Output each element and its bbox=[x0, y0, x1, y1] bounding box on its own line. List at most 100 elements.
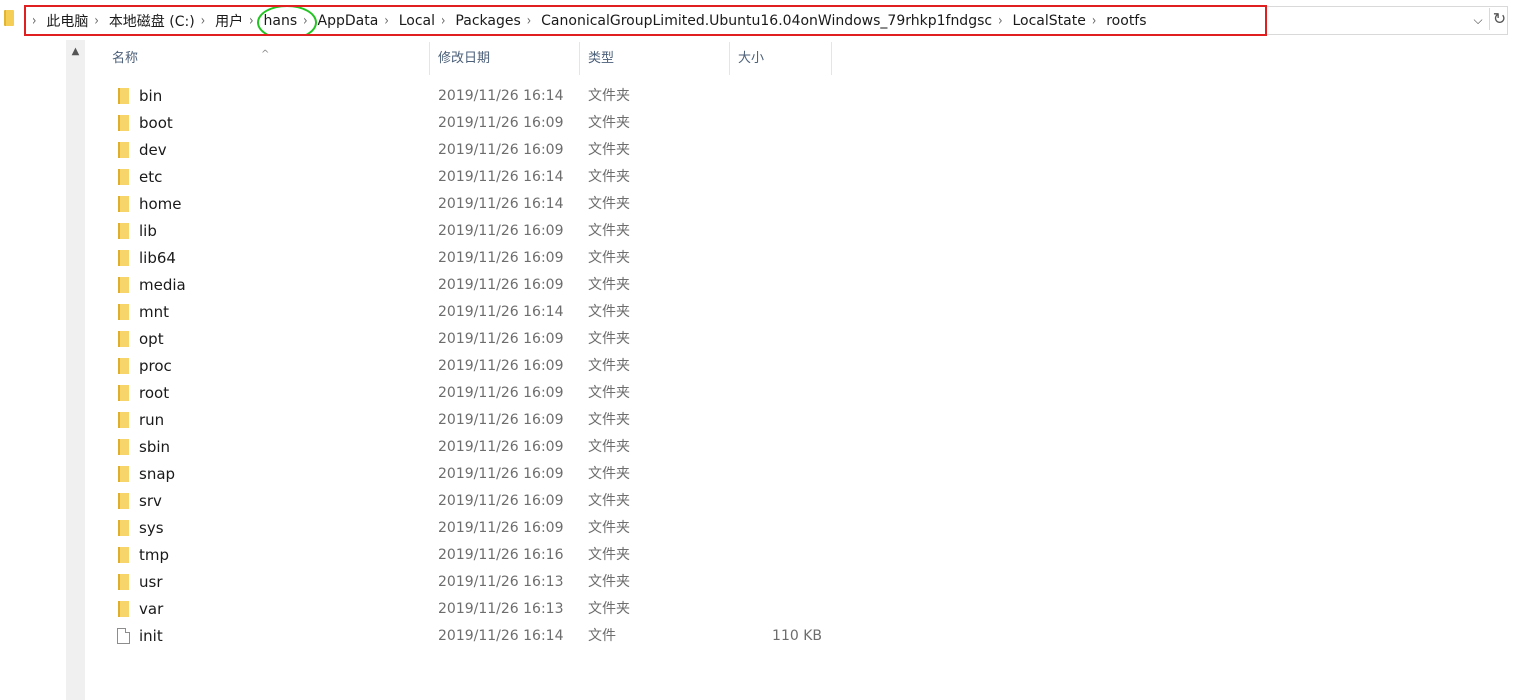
file-row[interactable]: snap 2019/11/26 16:09 文件夹 bbox=[104, 461, 834, 488]
file-row[interactable]: bin 2019/11/26 16:14 文件夹 bbox=[104, 83, 834, 110]
folder-icon bbox=[116, 331, 130, 347]
file-date-modified: 2019/11/26 16:09 bbox=[438, 115, 564, 131]
folder-icon bbox=[116, 466, 130, 482]
breadcrumb-item[interactable]: Local bbox=[399, 13, 435, 29]
file-row[interactable]: boot 2019/11/26 16:09 文件夹 bbox=[104, 110, 834, 137]
column-header-name[interactable]: 名称 ^ bbox=[104, 42, 430, 75]
column-header-name-label: 名称 bbox=[112, 51, 139, 66]
chevron-down-icon[interactable]: ⌵ bbox=[1468, 9, 1488, 31]
breadcrumb-item[interactable]: 此电脑 bbox=[46, 11, 88, 31]
folder-icon bbox=[116, 250, 130, 266]
file-date-modified: 2019/11/26 16:09 bbox=[438, 277, 564, 293]
file-name: lib bbox=[139, 222, 157, 240]
column-header-size-label: 大小 bbox=[738, 51, 765, 66]
breadcrumb-item[interactable]: 用户 bbox=[215, 11, 243, 31]
breadcrumb-item[interactable]: Packages bbox=[455, 13, 520, 29]
breadcrumb-item[interactable]: 本地磁盘 (C:) bbox=[109, 11, 195, 31]
refresh-icon[interactable]: ↻ bbox=[1489, 8, 1509, 30]
breadcrumb-item[interactable]: LocalState bbox=[1012, 13, 1085, 29]
file-size bbox=[730, 488, 822, 515]
file-row[interactable]: root 2019/11/26 16:09 文件夹 bbox=[104, 380, 834, 407]
file-name: dev bbox=[139, 141, 167, 159]
file-list: bin 2019/11/26 16:14 文件夹 boot 2019/11/26 16:… bbox=[104, 83, 834, 650]
chevron-right-icon[interactable]: › bbox=[94, 12, 98, 29]
file-row[interactable]: lib 2019/11/26 16:09 文件夹 bbox=[104, 218, 834, 245]
breadcrumb-item[interactable]: hans bbox=[256, 7, 316, 34]
file-row[interactable]: var 2019/11/26 16:13 文件夹 bbox=[104, 596, 834, 623]
file-date-modified: 2019/11/26 16:16 bbox=[438, 547, 564, 563]
folder-icon bbox=[116, 574, 130, 590]
scroll-up-icon[interactable]: ▲ bbox=[66, 44, 85, 60]
chevron-right-icon[interactable]: › bbox=[384, 12, 388, 29]
file-type: 文件夹 bbox=[588, 439, 630, 455]
file-row[interactable]: opt 2019/11/26 16:09 文件夹 bbox=[104, 326, 834, 353]
file-date-modified: 2019/11/26 16:14 bbox=[438, 196, 564, 212]
file-row[interactable]: sys 2019/11/26 16:09 文件夹 bbox=[104, 515, 834, 542]
column-headers: 名称 ^ 修改日期 类型 大小 bbox=[104, 42, 832, 75]
nav-pane-scrollbar[interactable]: ▲ bbox=[66, 40, 85, 700]
column-header-date[interactable]: 修改日期 bbox=[430, 42, 580, 75]
file-row[interactable]: mnt 2019/11/26 16:14 文件夹 bbox=[104, 299, 834, 326]
file-name: usr bbox=[139, 573, 163, 591]
file-name: snap bbox=[139, 465, 176, 483]
file-row[interactable]: dev 2019/11/26 16:09 文件夹 bbox=[104, 137, 834, 164]
chevron-right-icon[interactable]: › bbox=[303, 12, 307, 29]
file-size bbox=[730, 110, 822, 137]
file-date-modified: 2019/11/26 16:09 bbox=[438, 466, 564, 482]
file-type: 文件夹 bbox=[588, 331, 630, 347]
file-date-modified: 2019/11/26 16:09 bbox=[438, 385, 564, 401]
file-date-modified: 2019/11/26 16:13 bbox=[438, 574, 564, 590]
column-header-date-label: 修改日期 bbox=[438, 51, 491, 66]
file-type: 文件夹 bbox=[588, 88, 630, 104]
file-size bbox=[730, 407, 822, 434]
file-type: 文件夹 bbox=[588, 115, 630, 131]
column-header-type[interactable]: 类型 bbox=[580, 42, 730, 75]
column-header-size[interactable]: 大小 bbox=[730, 42, 832, 75]
file-row[interactable]: srv 2019/11/26 16:09 文件夹 bbox=[104, 488, 834, 515]
folder-icon bbox=[116, 142, 130, 158]
file-date-modified: 2019/11/26 16:09 bbox=[438, 520, 564, 536]
file-row[interactable]: run 2019/11/26 16:09 文件夹 bbox=[104, 407, 834, 434]
file-row[interactable]: etc 2019/11/26 16:14 文件夹 bbox=[104, 164, 834, 191]
file-row[interactable]: tmp 2019/11/26 16:16 文件夹 bbox=[104, 542, 834, 569]
file-row[interactable]: sbin 2019/11/26 16:09 文件夹 bbox=[104, 434, 834, 461]
file-type: 文件夹 bbox=[588, 574, 630, 590]
file-row[interactable]: media 2019/11/26 16:09 文件夹 bbox=[104, 272, 834, 299]
file-size bbox=[730, 569, 822, 596]
file-name: var bbox=[139, 600, 164, 618]
file-date-modified: 2019/11/26 16:14 bbox=[438, 304, 564, 320]
chevron-right-icon[interactable]: › bbox=[998, 12, 1002, 29]
chevron-right-icon[interactable]: › bbox=[32, 12, 36, 29]
folder-icon bbox=[116, 88, 130, 104]
breadcrumb-item[interactable]: rootfs bbox=[1106, 13, 1146, 29]
file-size bbox=[730, 218, 822, 245]
file-date-modified: 2019/11/26 16:09 bbox=[438, 493, 564, 509]
folder-icon bbox=[116, 412, 130, 428]
file-name: media bbox=[139, 276, 186, 294]
breadcrumb-item[interactable]: CanonicalGroupLimited.Ubuntu16.04onWindo… bbox=[541, 13, 992, 29]
navigation-pane[interactable] bbox=[0, 40, 66, 700]
chevron-right-icon[interactable]: › bbox=[1092, 12, 1096, 29]
chevron-right-icon[interactable]: › bbox=[249, 12, 253, 29]
file-icon bbox=[116, 628, 130, 644]
file-size bbox=[730, 434, 822, 461]
file-row[interactable]: proc 2019/11/26 16:09 文件夹 bbox=[104, 353, 834, 380]
file-date-modified: 2019/11/26 16:14 bbox=[438, 169, 564, 185]
file-size bbox=[730, 326, 822, 353]
file-name: sbin bbox=[139, 438, 171, 456]
chevron-right-icon[interactable]: › bbox=[201, 12, 205, 29]
file-row[interactable]: init 2019/11/26 16:14 文件 110 KB bbox=[104, 623, 834, 650]
address-bar-row: › 此电脑 › 本地磁盘 (C:) › 用户 › hans › AppData › Local › Pac… bbox=[0, 0, 1514, 38]
chevron-right-icon[interactable]: › bbox=[441, 12, 445, 29]
file-row[interactable]: lib64 2019/11/26 16:09 文件夹 bbox=[104, 245, 834, 272]
chevron-right-icon[interactable]: › bbox=[527, 12, 531, 29]
breadcrumb-item[interactable]: AppData bbox=[318, 13, 379, 29]
address-bar[interactable]: › 此电脑 › 本地磁盘 (C:) › 用户 › hans › AppData › Local › Pac… bbox=[24, 5, 1267, 36]
folder-icon bbox=[116, 493, 130, 509]
file-type: 文件 bbox=[588, 628, 616, 644]
file-name: opt bbox=[139, 330, 164, 348]
file-row[interactable]: home 2019/11/26 16:14 文件夹 bbox=[104, 191, 834, 218]
file-name: mnt bbox=[139, 303, 169, 321]
folder-icon bbox=[116, 277, 130, 293]
file-row[interactable]: usr 2019/11/26 16:13 文件夹 bbox=[104, 569, 834, 596]
